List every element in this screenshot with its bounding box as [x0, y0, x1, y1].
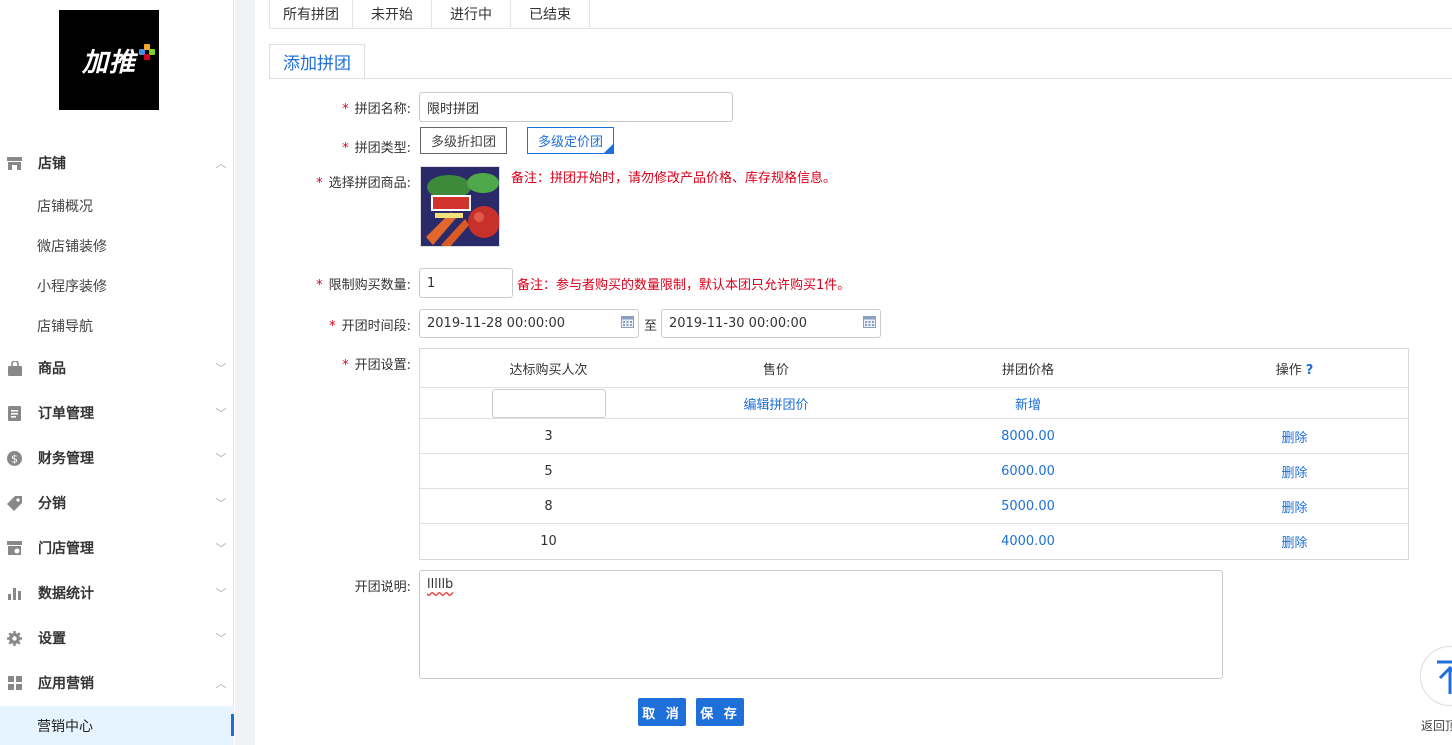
group-settings-table: 达标购买人次 售价 拼团价格 操作? 编辑拼团价 新增 3 8000.00 删除… [419, 348, 1409, 560]
start-time-input[interactable]: 2019-11-28 00:00:00 [419, 309, 639, 338]
cancel-button[interactable]: 取 消 [638, 698, 686, 726]
group-price-value[interactable]: 8000.00 [875, 429, 1181, 444]
settings-label: * 开团设置: [342, 358, 411, 373]
chevron-down-icon: ﹀ [215, 587, 227, 600]
name-label: * 拼团名称: [342, 102, 411, 117]
back-to-top-label: 返回顶部 [1421, 719, 1452, 733]
shopping-bag-icon [7, 360, 22, 376]
money-icon: $ [7, 450, 22, 466]
limit-label: * 限制购买数量: [316, 278, 411, 293]
section-title-add-group[interactable]: 添加拼团 [269, 44, 365, 79]
group-price-value[interactable]: 5000.00 [875, 499, 1181, 514]
sidebar-item-store-navigation[interactable]: 店铺导航 [0, 306, 234, 346]
arrow-up-icon [1437, 660, 1452, 694]
nav-group-products[interactable]: 商品 ﹀ [0, 348, 234, 388]
logo-mark-icon [139, 44, 155, 60]
end-time-input[interactable]: 2019-11-30 00:00:00 [661, 309, 881, 338]
group-description-textarea[interactable]: lllllb [419, 570, 1223, 679]
nav-group-orders[interactable]: 订单管理 ﹀ [0, 393, 234, 433]
sidebar-item-store-overview[interactable]: 店铺概况 [0, 186, 234, 226]
status-tabs: 所有拼团 未开始 进行中 已结束 [269, 0, 590, 29]
apps-grid-icon [7, 676, 22, 691]
chevron-down-icon: ﹀ [215, 452, 227, 465]
period-label: * 开团时间段: [329, 319, 411, 334]
calendar-icon[interactable] [863, 316, 876, 328]
table-row: 8 5000.00 删除 [420, 489, 1408, 524]
nav-group-shop-manage[interactable]: 门店管理 ﹀ [0, 528, 234, 568]
tab-in-progress[interactable]: 进行中 [432, 0, 511, 29]
section-divider [269, 78, 1452, 79]
type-label: * 拼团类型: [342, 141, 411, 156]
table-row: 10 4000.00 删除 [420, 524, 1408, 559]
desc-label: 开团说明: [354, 580, 411, 595]
brand-logo[interactable]: 加推 [59, 10, 159, 110]
calendar-icon[interactable] [621, 316, 634, 328]
group-price-value[interactable]: 6000.00 [875, 464, 1181, 479]
shop-manage-icon [7, 541, 22, 556]
svg-text:$: $ [11, 452, 18, 465]
sidebar-item-microstore-decor[interactable]: 微店铺装修 [0, 226, 234, 266]
chevron-down-icon: ﹀ [215, 362, 227, 375]
help-icon[interactable]: ? [1306, 363, 1314, 378]
type-option-multi-price[interactable]: 多级定价团 [527, 127, 615, 154]
order-list-icon [7, 405, 22, 421]
chevron-down-icon: ﹀ [215, 542, 227, 555]
sidebar-item-marketing-center[interactable]: 营销中心 [0, 706, 234, 745]
nav-group-store[interactable]: 店铺 ︿ [0, 143, 234, 183]
save-button[interactable]: 保 存 [696, 698, 744, 726]
nav-group-statistics[interactable]: 数据统计 ﹀ [0, 573, 234, 613]
main-content: 所有拼团 未开始 进行中 已结束 添加拼团 * 拼团名称: 限时拼团 * 拼团类型:… [255, 0, 1452, 745]
delete-link[interactable]: 删除 [1181, 497, 1408, 516]
add-tier-link[interactable]: 新增 [875, 394, 1181, 413]
purchase-limit-input[interactable]: 1 [419, 268, 513, 298]
table-edit-row: 编辑拼团价 新增 [420, 388, 1408, 419]
tabs-divider [269, 28, 1452, 29]
header-price: 售价 [762, 362, 789, 378]
nav-group-finance[interactable]: $ 财务管理 ﹀ [0, 438, 234, 478]
chevron-up-icon: ︿ [215, 677, 227, 690]
chevron-down-icon: ﹀ [215, 407, 227, 420]
sidebar: 加推 店铺 ︿ 店铺概况 微店铺装修 小程序装修 店铺导航 商品 ﹀ 订单管理 … [0, 0, 234, 745]
chevron-down-icon: ﹀ [215, 632, 227, 645]
tab-not-started[interactable]: 未开始 [353, 0, 432, 29]
delete-link[interactable]: 删除 [1181, 532, 1408, 551]
header-group-price: 拼团价格 [1001, 362, 1054, 378]
product-note: 备注：拼团开始时，请勿修改产品价格、库存规格信息。 [511, 171, 837, 186]
table-header-row: 达标购买人次 售价 拼团价格 操作? [420, 349, 1408, 388]
delete-link[interactable]: 删除 [1181, 427, 1408, 446]
chevron-down-icon: ﹀ [215, 497, 227, 510]
table-row: 3 8000.00 删除 [420, 419, 1408, 454]
target-count-input[interactable] [491, 388, 606, 418]
logo-text: 加推 [81, 47, 136, 78]
nav-group-distribution[interactable]: 分销 ﹀ [0, 483, 234, 523]
limit-note: 备注：参与者购买的数量限制，默认本团只允许购买1件。 [517, 278, 851, 293]
tag-icon [7, 495, 22, 511]
delete-link[interactable]: 删除 [1181, 462, 1408, 481]
group-name-input[interactable]: 限时拼团 [419, 92, 733, 122]
bar-chart-icon [7, 586, 22, 601]
period-separator: 至 [644, 319, 658, 334]
edit-group-price-link[interactable]: 编辑拼团价 [677, 394, 875, 413]
tab-ended[interactable]: 已结束 [511, 0, 590, 29]
product-label: * 选择拼团商品: [316, 176, 411, 191]
type-option-multi-discount[interactable]: 多级折扣团 [420, 127, 508, 154]
back-to-top-button[interactable] [1420, 646, 1452, 706]
content-gutter [235, 0, 255, 745]
product-thumbnail[interactable] [420, 166, 500, 247]
nav-group-settings[interactable]: 设置 ﹀ [0, 618, 234, 658]
tab-all-groups[interactable]: 所有拼团 [269, 0, 353, 29]
nav-group-marketing-apps[interactable]: 应用营销 ︿ [0, 663, 234, 703]
chevron-up-icon: ︿ [215, 157, 227, 170]
header-action: 操作? [1275, 362, 1314, 378]
sidebar-item-miniprogram-decor[interactable]: 小程序装修 [0, 266, 234, 306]
group-price-value[interactable]: 4000.00 [875, 534, 1181, 549]
store-icon [7, 156, 22, 171]
gear-icon [7, 630, 22, 646]
table-row: 5 6000.00 删除 [420, 454, 1408, 489]
header-target-count: 达标购买人次 [509, 362, 588, 378]
